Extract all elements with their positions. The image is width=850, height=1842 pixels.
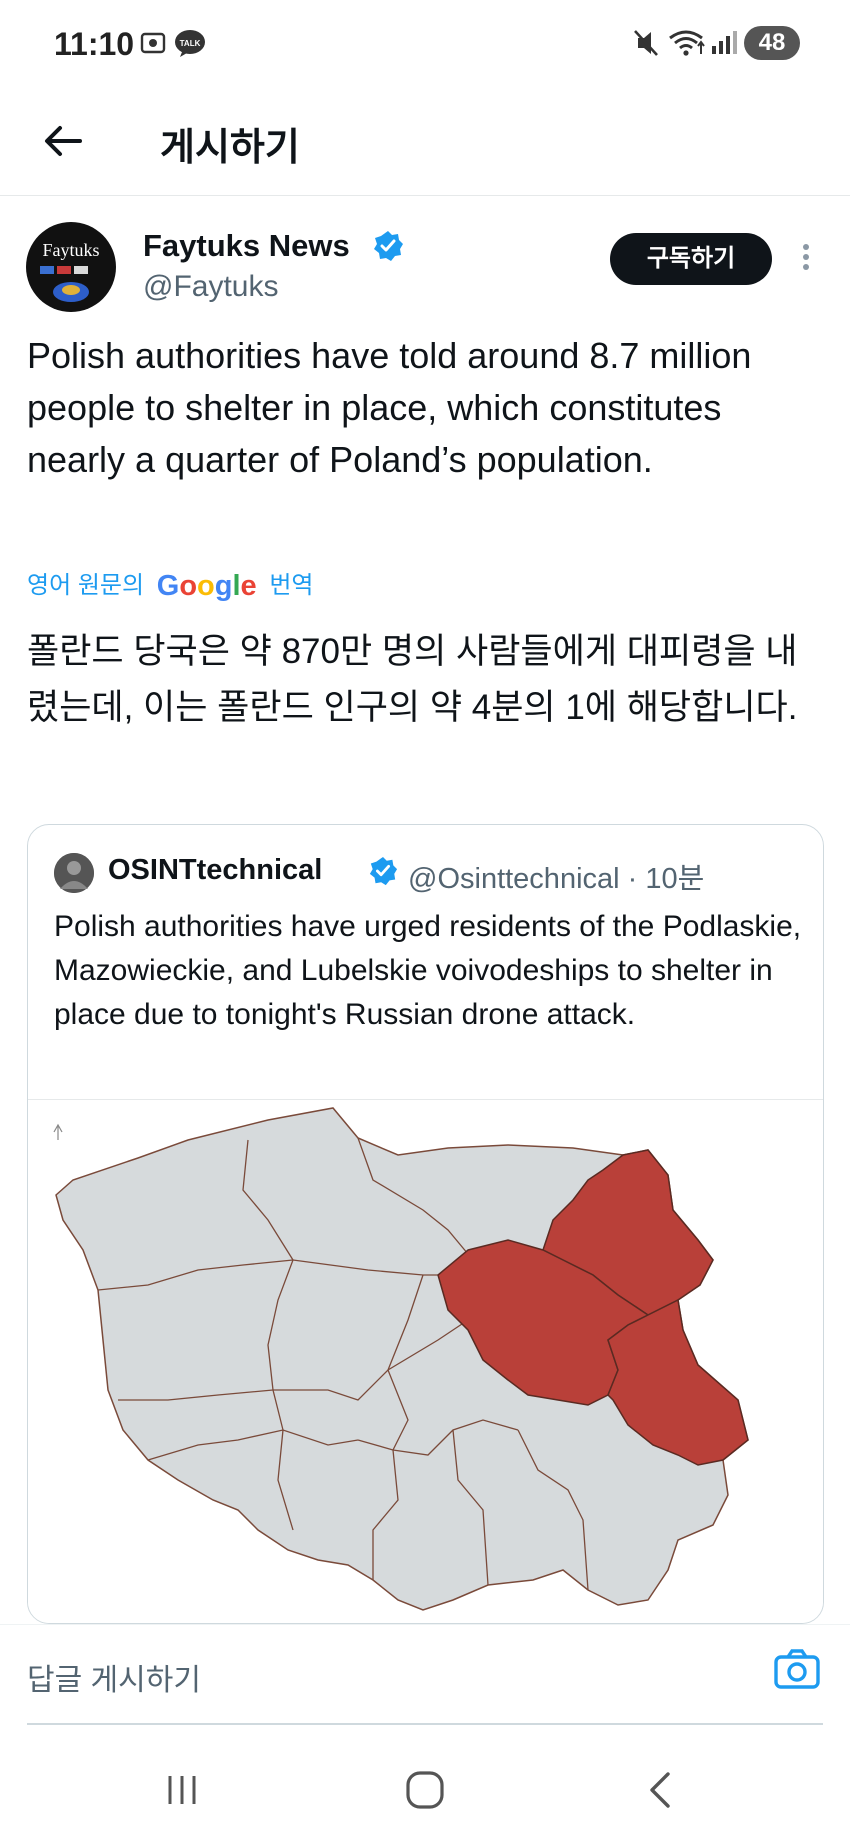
reply-underline [27, 1723, 823, 1725]
system-nav-bar [0, 1740, 850, 1842]
back-arrow-icon[interactable] [38, 116, 88, 166]
quoted-tweet-text: Polish authorities have urged residents … [54, 910, 802, 1031]
quoted-tweet-card[interactable]: OSINTtechnical @Osinttechnical · 10분 Pol… [27, 824, 824, 1624]
translate-link[interactable]: 영어 원문의 Google 번역 [27, 565, 314, 603]
talk-icon-label: TALK [180, 39, 201, 48]
page-title: 게시하기 [160, 127, 300, 169]
subscribe-button[interactable]: 구독하기 [610, 233, 772, 285]
battery-indicator: 48 [744, 26, 800, 60]
camera-icon[interactable] [772, 1645, 822, 1695]
status-bar: 11:10 TALK 48 [0, 0, 850, 92]
app-header: 게시하기 [0, 92, 850, 196]
talk-icon: TALK [174, 28, 206, 63]
wifi-icon [668, 28, 706, 63]
author-avatar[interactable]: Faytuks [26, 222, 116, 312]
reply-input[interactable]: 답글 게시하기 [27, 1655, 201, 1699]
poland-map-image[interactable] [28, 1099, 823, 1623]
quoted-handle-time: @Osinttechnical · 10분 [408, 863, 705, 895]
verified-badge-icon [372, 230, 404, 262]
map-compass-icon [53, 1123, 63, 1140]
author-name[interactable]: Faytuks News [143, 228, 350, 264]
quoted-verified-badge-icon [368, 856, 398, 886]
home-icon[interactable] [395, 1760, 455, 1820]
tweet-text: Polish authorities have told around 8.7 … [27, 335, 752, 480]
recents-icon[interactable] [152, 1760, 212, 1820]
google-logo: Google [156, 570, 257, 602]
quoted-avatar [54, 853, 94, 893]
screenshot-icon [138, 28, 168, 63]
signal-icon [710, 28, 738, 63]
author-handle[interactable]: @Faytuks [143, 270, 278, 304]
translate-suffix: 번역 [269, 572, 314, 599]
quoted-author-name: OSINTtechnical [108, 854, 323, 886]
translate-prefix: 영어 원문의 [27, 572, 145, 599]
more-options-icon[interactable] [796, 240, 816, 280]
status-time: 11:10 [54, 26, 135, 62]
reply-bar: 답글 게시하기 [0, 1624, 850, 1725]
translated-text: 폴란드 당국은 약 870만 명의 사람들에게 대피령을 내렸는데, 이는 폴란… [27, 632, 798, 727]
mute-icon [632, 28, 660, 63]
back-icon[interactable] [632, 1760, 692, 1820]
